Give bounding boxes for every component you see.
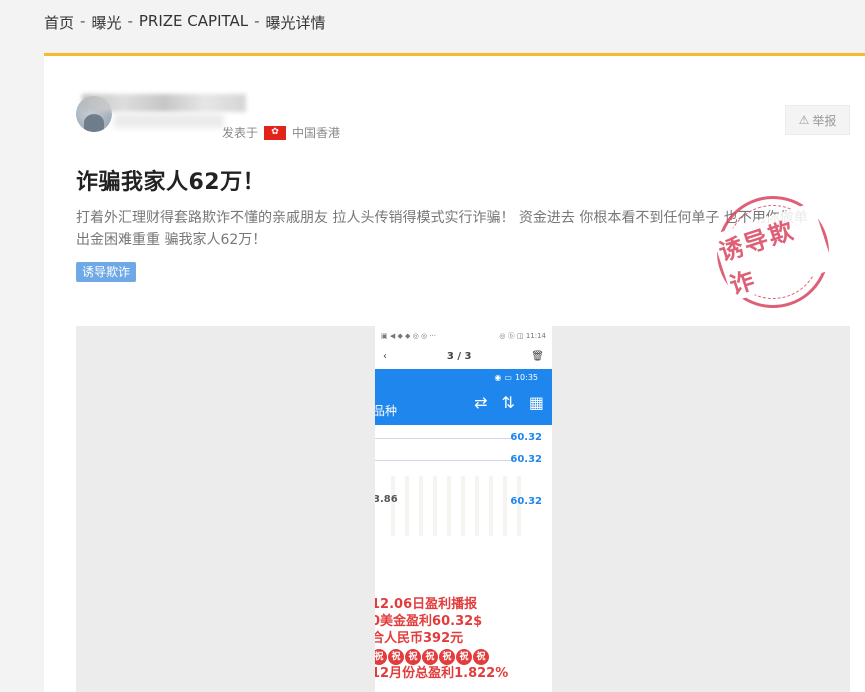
breadcrumb-separator: - [254, 12, 260, 30]
breadcrumb-home[interactable]: 首页 [44, 12, 74, 33]
zhu-badge: 祝 [388, 649, 404, 665]
warning-icon: ⚠ [798, 113, 810, 127]
zhu-badge: 祝 [473, 649, 489, 665]
evidence-screenshot[interactable]: ▣ ◀ ◆ ◆ ◎ ◎ ··· ◎ ⓑ ◫ 11:14 ‹ 3 / 3 🗑 ◉ … [375, 326, 552, 692]
zhu-badge: 祝 [405, 649, 421, 665]
header-label: 品种 [375, 404, 398, 418]
eye-icon: ◉ [494, 373, 502, 382]
report-label: 举报 [812, 113, 837, 128]
calendar-icon: ▦ [528, 393, 544, 412]
post-title: 诈骗我家人62万！ [76, 170, 266, 195]
battery-icon: ▭ [504, 373, 512, 382]
breadcrumb-exposure[interactable]: 曝光 [91, 12, 121, 33]
price-value: 60.32 [510, 454, 542, 465]
price-value: 60.32 [510, 432, 542, 443]
profit-line: 合人民币392元 [375, 631, 464, 646]
inner-status: ◉ ▭ 10:35 [494, 373, 538, 382]
zhu-badge: 祝 [422, 649, 438, 665]
zhu-badge: 祝 [375, 649, 387, 665]
phone-status-bar: ▣ ◀ ◆ ◆ ◎ ◎ ··· ◎ ⓑ ◫ 11:14 [375, 326, 552, 346]
profit-line: 12.06日盈利播报 [375, 597, 478, 612]
profit-line: 0美金盈利60.32$ [375, 614, 483, 629]
image-counter: 3 / 3 [446, 350, 472, 362]
price-line [375, 460, 516, 461]
profit-report: 12.06日盈利播报 0美金盈利60.32$ 合人民币392元 祝祝祝祝祝祝祝 … [375, 596, 508, 682]
category-tag[interactable]: 诱导欺诈 [76, 262, 137, 282]
breadcrumb-separator: - [127, 12, 133, 30]
back-chevron-icon[interactable]: ‹ [383, 351, 387, 362]
fraud-stamp: 诱导欺诈 [702, 181, 844, 323]
trading-app-header: ◉ ▭ 10:35 品种 ⇄ ⇅ ▦ [375, 369, 552, 425]
stamp-text: 诱导欺诈 [711, 202, 835, 302]
phone-status-left: ▣ ◀ ◆ ◆ ◎ ◎ ··· [381, 332, 437, 340]
blurred-chart [381, 476, 521, 536]
username-blurred [82, 94, 246, 112]
breadcrumb: 首页 - 曝光 - PRIZE CAPITAL - 曝光详情 [44, 12, 326, 33]
phone-status-right: ◎ ⓑ ◫ 11:14 [499, 332, 546, 340]
breadcrumb-company[interactable]: PRIZE CAPITAL [139, 12, 248, 33]
evidence-gallery[interactable]: ▣ ◀ ◆ ◆ ◎ ◎ ··· ◎ ⓑ ◫ 11:14 ‹ 3 / 3 🗑 ◉ … [76, 326, 850, 692]
price-line [375, 438, 516, 439]
hong-kong-flag-icon: ✿ [264, 125, 287, 140]
zhu-badge: 祝 [456, 649, 472, 665]
username-blurred-secondary [114, 114, 224, 128]
trash-icon[interactable]: 🗑 [531, 351, 544, 362]
breadcrumb-separator: - [80, 12, 86, 30]
inner-time: 10:35 [514, 373, 538, 382]
profit-line: 12月份总盈利1.822% [375, 666, 509, 681]
posted-label: 发表于 [222, 126, 259, 140]
zhu-badge: 祝 [439, 649, 455, 665]
breadcrumb-current: 曝光详情 [265, 14, 326, 32]
exposure-card: 发表于 ✿ 中国香港 ⚠ 举报 诈骗我家人62万！ 打着外汇理财得套路欺诈不懂的… [44, 53, 865, 692]
post-meta: 发表于 ✿ 中国香港 [222, 124, 340, 141]
left-value: 3.86 [375, 494, 398, 505]
exchange-icon: ⇄ [474, 393, 488, 412]
price-value: 60.32 [510, 496, 542, 507]
post-description: 打着外汇理财得套路欺诈不懂的亲戚朋友 拉人头传销得模式实行诈骗！ 资金进去 你根… [76, 210, 808, 248]
post-location: 中国香港 [292, 126, 341, 140]
image-viewer-bar: ‹ 3 / 3 🗑 [375, 346, 552, 366]
zhu-row: 祝祝祝祝祝祝祝 [375, 647, 508, 665]
report-button[interactable]: ⚠ 举报 [785, 105, 850, 135]
header-icons: ⇄ ⇅ ▦ [474, 393, 544, 412]
sort-icon: ⇅ [501, 393, 515, 412]
